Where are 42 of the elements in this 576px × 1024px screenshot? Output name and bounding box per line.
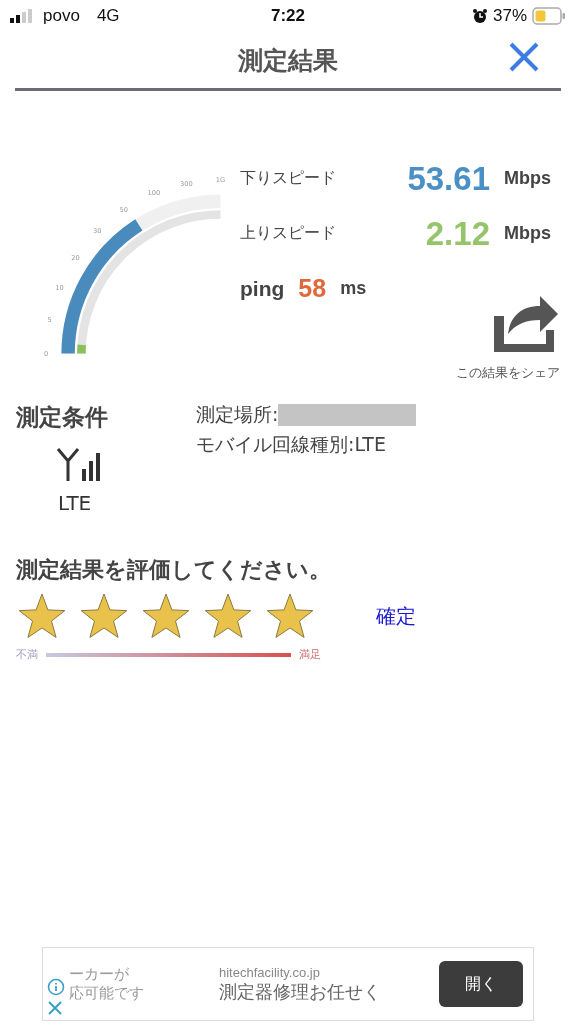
close-icon[interactable] <box>47 1000 63 1016</box>
ad-headline: 測定器修理お任せく <box>219 980 382 1004</box>
close-icon <box>509 42 539 72</box>
metric-value: 2.12 <box>424 214 490 253</box>
ad-text: 応可能です <box>69 984 145 1003</box>
star-icon[interactable] <box>78 591 130 641</box>
metric-label: ping <box>240 276 285 301</box>
star-icon[interactable] <box>140 591 192 641</box>
metric-value: 53.61 <box>406 159 490 198</box>
ad-banner[interactable]: ーカーが 応可能です hitechfacility.co.jp 測定器修理お任せく 開く <box>42 947 534 1021</box>
confirm-link[interactable]: 確定 <box>376 602 416 630</box>
metric-value: 58 <box>298 274 327 303</box>
ad-domain: hitechfacility.co.jp <box>219 964 321 980</box>
page-title: 測定結果 <box>238 44 338 77</box>
star-icon[interactable] <box>264 591 316 641</box>
scale-low-label: 不満 <box>16 647 38 662</box>
clock: 7:22 <box>271 6 305 26</box>
info-icon[interactable] <box>47 978 65 996</box>
metric-label: 上りスピード <box>240 223 337 244</box>
network-type-label: LTE <box>58 491 92 515</box>
battery-icon <box>532 7 566 25</box>
star-icon[interactable] <box>202 591 254 641</box>
battery-percent: 37% <box>492 6 527 26</box>
star-icon[interactable] <box>16 591 68 641</box>
rating-prompt: 測定結果を評価してください。 <box>16 556 332 584</box>
antenna-signal-icon <box>56 447 102 483</box>
metric-unit: Mbps <box>504 168 551 189</box>
place-label: 測定場所: <box>196 402 279 427</box>
upload-gauge-arc <box>77 344 86 354</box>
carrier-name: povo <box>43 6 80 26</box>
network-type: 4G <box>96 6 120 26</box>
scale-high-label: 満足 <box>299 647 321 662</box>
share-button[interactable]: この結果をシェア <box>456 286 560 382</box>
metric-label: 下りスピード <box>240 168 337 189</box>
metric-unit: Mbps <box>504 223 551 244</box>
open-button[interactable]: 開く <box>439 961 523 1007</box>
line-type-label: モバイル回線種別:LTE <box>196 432 387 457</box>
star-rating[interactable] <box>16 591 316 641</box>
alarm-clock-icon <box>471 8 488 24</box>
section-title: 測定条件 <box>16 403 108 432</box>
metric-unit: ms <box>340 278 367 299</box>
ad-text: ーカーが <box>69 965 130 984</box>
